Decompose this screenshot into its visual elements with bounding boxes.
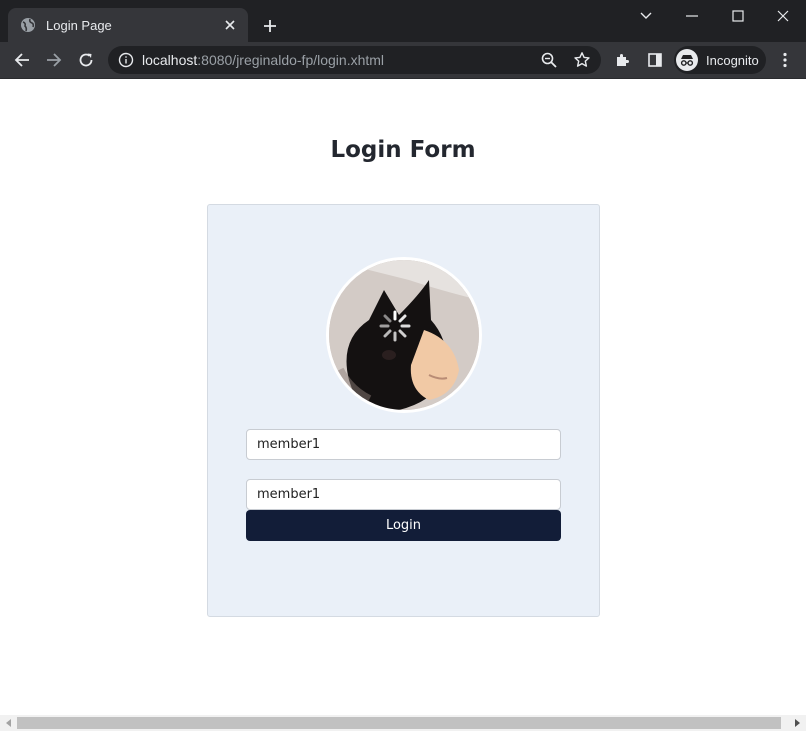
tab-search-icon[interactable] [623, 0, 669, 32]
maximize-button[interactable] [715, 0, 761, 32]
new-tab-button[interactable] [258, 14, 282, 38]
reload-icon[interactable] [74, 48, 98, 72]
username-field[interactable] [246, 429, 561, 460]
browser-tab-strip: Login Page [0, 0, 806, 42]
forward-icon[interactable] [42, 48, 66, 72]
page-viewport: Login Form member1 member1 Login [0, 79, 806, 715]
back-icon[interactable] [10, 48, 34, 72]
minimize-button[interactable] [669, 0, 715, 32]
browser-tab[interactable]: Login Page [8, 8, 248, 42]
globe-icon [20, 17, 36, 33]
site-info-icon[interactable] [118, 52, 134, 68]
scroll-left-icon[interactable] [4, 718, 14, 728]
close-tab-icon[interactable] [222, 17, 238, 33]
password-field[interactable] [246, 479, 561, 510]
zoom-icon[interactable] [540, 51, 558, 69]
scroll-right-icon[interactable] [792, 718, 802, 728]
side-panel-icon[interactable] [643, 48, 667, 72]
url-text: localhost:8080/jreginaldo-fp/login.xhtml [142, 52, 384, 68]
browser-toolbar: localhost:8080/jreginaldo-fp/login.xhtml… [0, 42, 806, 79]
cat-photo-icon [329, 260, 479, 410]
scrollbar-thumb[interactable] [17, 717, 781, 729]
profile-label: Incognito [706, 52, 759, 68]
incognito-icon [676, 49, 698, 71]
incognito-profile-button[interactable]: Incognito [674, 46, 766, 74]
horizontal-scrollbar[interactable] [0, 715, 806, 731]
login-card: Login [207, 204, 600, 617]
page-title: Login Form [330, 137, 476, 163]
extensions-puzzle-icon[interactable] [611, 48, 635, 72]
login-button[interactable]: Login [246, 510, 561, 541]
avatar [326, 257, 482, 413]
address-bar[interactable]: localhost:8080/jreginaldo-fp/login.xhtml [108, 46, 601, 74]
url-host: localhost [142, 52, 198, 68]
close-window-button[interactable] [760, 0, 806, 32]
menu-kebab-icon[interactable] [773, 48, 797, 72]
tab-title: Login Page [46, 17, 112, 33]
bookmark-star-icon[interactable] [573, 51, 591, 69]
url-path: :8080/jreginaldo-fp/login.xhtml [197, 52, 385, 68]
